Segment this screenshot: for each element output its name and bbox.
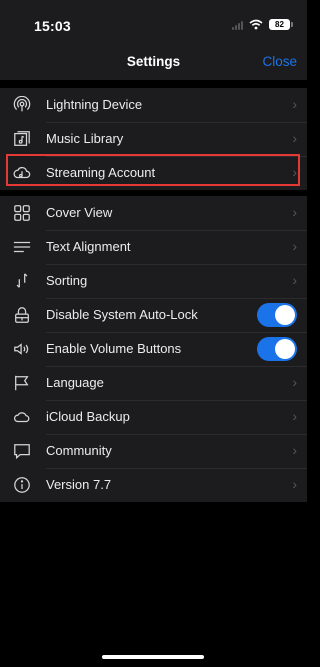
chevron-right-icon: › xyxy=(292,238,297,254)
signal-icon xyxy=(232,20,243,30)
chevron-right-icon: › xyxy=(292,204,297,220)
setting-community[interactable]: Community › xyxy=(0,434,307,468)
chevron-right-icon: › xyxy=(292,96,297,112)
home-indicator[interactable] xyxy=(102,655,204,659)
setting-icloud-backup[interactable]: iCloud Backup › xyxy=(0,400,307,434)
battery-icon: 82 xyxy=(269,19,293,30)
close-button[interactable]: Close xyxy=(262,54,297,69)
grid-icon xyxy=(12,203,32,223)
wifi-icon xyxy=(249,19,263,30)
settings-group-sources: Lightning Device › Music Library › Strea… xyxy=(0,88,307,190)
setting-label: Text Alignment xyxy=(46,239,131,254)
setting-label: Language xyxy=(46,375,104,390)
setting-label: Disable System Auto-Lock xyxy=(46,307,198,322)
setting-disable-auto-lock: Disable System Auto-Lock xyxy=(0,298,307,332)
broadcast-icon xyxy=(12,95,32,115)
chevron-right-icon: › xyxy=(292,374,297,390)
toggle-knob xyxy=(275,339,295,359)
setting-label: iCloud Backup xyxy=(46,409,130,424)
nav-bar: Settings Close xyxy=(0,48,307,80)
status-time: 15:03 xyxy=(34,18,71,34)
setting-music-library[interactable]: Music Library › xyxy=(0,122,307,156)
setting-label: Enable Volume Buttons xyxy=(46,341,182,356)
setting-label: Community xyxy=(46,443,112,458)
speaker-icon xyxy=(12,339,32,359)
setting-label: Music Library xyxy=(46,131,124,146)
setting-sorting[interactable]: Sorting › xyxy=(0,264,307,298)
chevron-right-icon: › xyxy=(292,408,297,424)
toggle-knob xyxy=(275,305,295,325)
cloud-music-icon xyxy=(12,163,32,183)
auto-lock-toggle[interactable] xyxy=(257,303,297,327)
lock-icon xyxy=(12,305,32,325)
setting-label: Streaming Account xyxy=(46,165,156,180)
chevron-right-icon: › xyxy=(292,442,297,458)
status-bar: 15:03 82 xyxy=(0,0,307,48)
setting-label: Lightning Device xyxy=(46,97,143,112)
setting-volume-buttons: Enable Volume Buttons xyxy=(0,332,307,366)
setting-label: Sorting xyxy=(46,273,88,288)
chevron-right-icon: › xyxy=(292,164,297,180)
battery-level: 82 xyxy=(275,20,284,29)
settings-group-display: Cover View › Text Alignment › Sorting › … xyxy=(0,196,307,502)
page-title: Settings xyxy=(126,54,181,69)
setting-language[interactable]: Language › xyxy=(0,366,307,400)
setting-text-alignment[interactable]: Text Alignment › xyxy=(0,230,307,264)
sort-icon xyxy=(12,271,32,291)
flag-icon xyxy=(12,373,32,393)
chevron-right-icon: › xyxy=(292,130,297,146)
setting-version[interactable]: Version 7.7 › xyxy=(0,468,307,502)
chevron-right-icon: › xyxy=(292,272,297,288)
setting-streaming-account[interactable]: Streaming Account › xyxy=(0,156,307,190)
chat-bubble-icon xyxy=(12,441,32,461)
status-icons: 82 xyxy=(232,19,293,30)
setting-label: Cover View xyxy=(46,205,113,220)
music-library-icon xyxy=(12,129,32,149)
setting-lightning-device[interactable]: Lightning Device › xyxy=(0,88,307,122)
setting-label: Version 7.7 xyxy=(46,477,112,492)
chevron-right-icon: › xyxy=(292,476,297,492)
cloud-icon xyxy=(12,407,32,427)
info-icon xyxy=(12,475,32,495)
setting-cover-view[interactable]: Cover View › xyxy=(0,196,307,230)
align-icon xyxy=(12,237,32,257)
volume-buttons-toggle[interactable] xyxy=(257,337,297,361)
